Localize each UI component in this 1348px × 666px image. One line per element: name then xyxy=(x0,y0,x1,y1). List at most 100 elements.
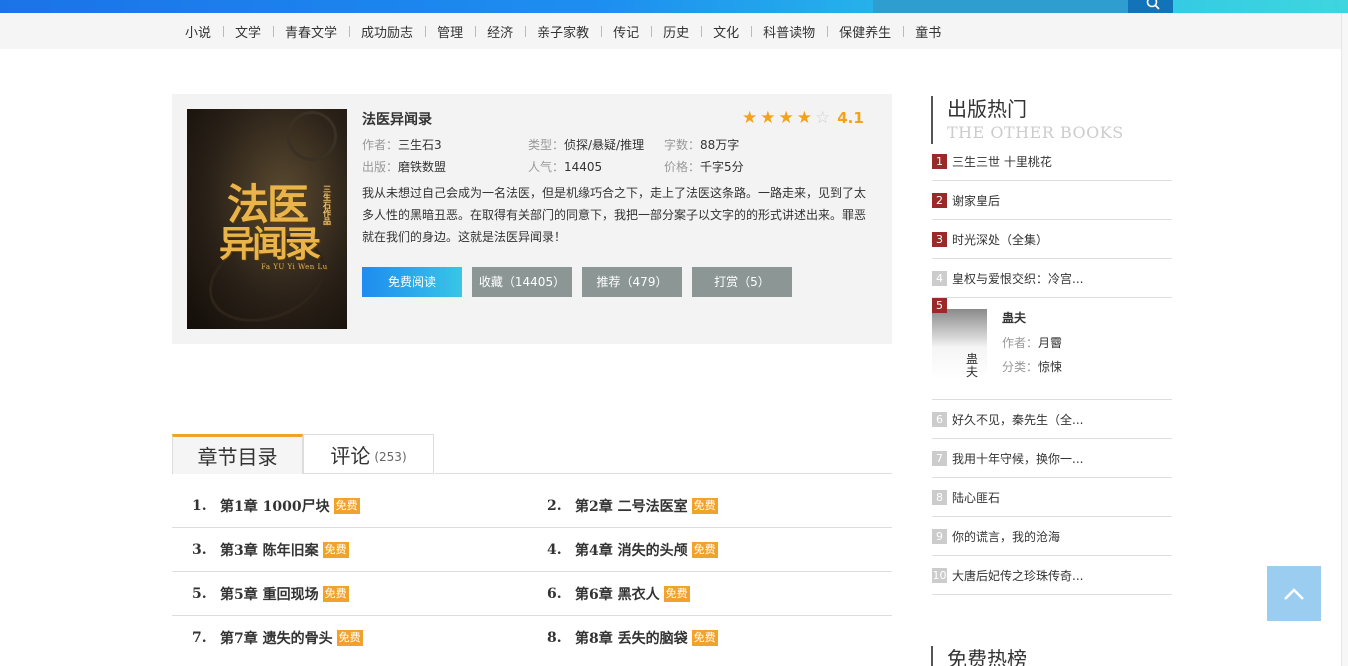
rank-number: 7 xyxy=(932,450,947,466)
rank-category-value: 惊悚 xyxy=(1038,360,1063,374)
rank-item[interactable]: 10 大唐后妃传之珍珠传奇... xyxy=(932,556,1172,595)
rank-item-featured[interactable]: 蛊夫 5 蛊夫 作者：月霫 分类：惊悚 xyxy=(932,298,1172,400)
rank-title[interactable]: 大唐后妃传之珍珠传奇... xyxy=(952,567,1083,584)
meta-price-value: 千字5分 xyxy=(700,160,744,174)
chapter-item[interactable]: 8. 第8章 丢失的脑袋 免费 xyxy=(547,628,718,648)
category-nav: 小说 文学 青春文学 成功励志 管理 经济 亲子家教 传记 历史 文化 科普读物… xyxy=(0,13,1348,49)
chapter-title[interactable]: 第8章 丢失的脑袋 xyxy=(575,628,688,648)
star-empty-icon: ☆ xyxy=(815,107,831,128)
meta-author-value[interactable]: 三生石3 xyxy=(398,138,442,152)
chapter-row: 1. 第1章 1000尸块 免费 2. 第2章 二号法医室 免费 xyxy=(172,484,892,528)
chapter-title[interactable]: 第7章 遗失的骨头 xyxy=(220,628,333,648)
meta-popularity: 人气：14405 xyxy=(528,158,602,175)
rank-item[interactable]: 7 我用十年守候，换你一... xyxy=(932,439,1172,478)
back-to-top-button[interactable] xyxy=(1267,566,1321,621)
sidebar-title-en: THE OTHER BOOKS xyxy=(947,123,1124,142)
nav-item-history[interactable]: 历史 xyxy=(651,22,701,41)
star-icon: ★ xyxy=(742,107,758,128)
rank-item[interactable]: 6 好久不见，秦先生（全... xyxy=(932,400,1172,439)
chapter-title[interactable]: 第5章 重回现场 xyxy=(220,584,319,604)
rank-number: 3 xyxy=(932,231,947,247)
hot-rank-list: 1 三生三世 十里桃花 2 谢家皇后 3 时光深处（全集） 4 皇权与爱恨交织：… xyxy=(932,142,1172,595)
chapter-item[interactable]: 1. 第1章 1000尸块 免费 xyxy=(192,496,360,516)
nav-item-novel[interactable]: 小说 xyxy=(173,22,223,41)
tab-catalog-label: 章节目录 xyxy=(197,445,278,469)
meta-type-value: 侦探/悬疑/推理 xyxy=(564,138,645,152)
nav-item-children[interactable]: 童书 xyxy=(903,22,953,41)
tab-catalog[interactable]: 章节目录 xyxy=(172,434,303,474)
meta-popularity-value: 14405 xyxy=(564,160,603,174)
rank-title[interactable]: 谢家皇后 xyxy=(952,192,1000,209)
cover-title-line2: 异闻录 xyxy=(219,223,321,265)
book-title[interactable]: 法医异闻录 xyxy=(362,109,432,129)
thumbnail-title: 蛊夫 xyxy=(966,352,979,379)
book-info-panel: 法医 异闻录 三生石作品 Fa YU Yi Wen Lu 法医异闻录 ★ ★ ★… xyxy=(172,94,892,344)
rank-title[interactable]: 好久不见，秦先生（全... xyxy=(952,411,1083,428)
chapter-row: 5. 第5章 重回现场 免费 6. 第6章 黑衣人 免费 xyxy=(172,572,892,616)
rank-item[interactable]: 1 三生三世 十里桃花 xyxy=(932,142,1172,181)
nav-item-management[interactable]: 管理 xyxy=(425,22,475,41)
rank-item[interactable]: 3 时光深处（全集） xyxy=(932,220,1172,259)
rank-number: 6 xyxy=(932,411,947,427)
star-icon: ★ xyxy=(778,107,794,128)
meta-price: 价格：千字5分 xyxy=(664,158,744,175)
nav-item-science[interactable]: 科普读物 xyxy=(751,22,827,41)
book-cover[interactable]: 法医 异闻录 三生石作品 Fa YU Yi Wen Lu xyxy=(187,109,347,329)
chapter-title[interactable]: 第3章 陈年旧案 xyxy=(220,540,319,560)
rank-title[interactable]: 你的谎言，我的沧海 xyxy=(952,528,1060,545)
rank-item[interactable]: 4 皇权与爱恨交织：冷宫... xyxy=(932,259,1172,298)
nav-item-literature[interactable]: 文学 xyxy=(223,22,273,41)
meta-publisher-label: 出版： xyxy=(362,160,399,174)
chapter-item[interactable]: 3. 第3章 陈年旧案 免费 xyxy=(192,540,349,560)
rank-item[interactable]: 2 谢家皇后 xyxy=(932,181,1172,220)
cover-side-text: 三生石作品 xyxy=(323,184,331,226)
nav-item-biography[interactable]: 传记 xyxy=(601,22,651,41)
rank-title[interactable]: 我用十年守候，换你一... xyxy=(952,450,1083,467)
rank-author-label: 作者： xyxy=(1002,336,1039,350)
chapter-item[interactable]: 5. 第5章 重回现场 免费 xyxy=(192,584,349,604)
tip-button[interactable]: 打赏（5） xyxy=(692,267,792,297)
nav-item-parenting[interactable]: 亲子家教 xyxy=(525,22,601,41)
meta-type-label: 类型： xyxy=(528,138,565,152)
chapter-item[interactable]: 4. 第4章 消失的头颅 免费 xyxy=(547,540,718,560)
rank-title[interactable]: 三生三世 十里桃花 xyxy=(952,153,1052,170)
rank-title[interactable]: 时光深处（全集） xyxy=(952,231,1048,248)
meta-price-label: 价格： xyxy=(664,160,701,174)
rank-title[interactable]: 陆心匪石 xyxy=(952,489,1000,506)
rank-item[interactable]: 8 陆心匪石 xyxy=(932,478,1172,517)
chapter-item[interactable]: 6. 第6章 黑衣人 免费 xyxy=(547,584,690,604)
rank-book-info: 蛊夫 作者：月霫 分类：惊悚 xyxy=(1002,309,1062,382)
tab-comments[interactable]: 评论 (253) xyxy=(303,434,434,474)
rank-item[interactable]: 9 你的谎言，我的沧海 xyxy=(932,517,1172,556)
nav-item-culture[interactable]: 文化 xyxy=(701,22,751,41)
free-read-button[interactable]: 免费阅读 xyxy=(362,267,462,297)
chapter-title[interactable]: 第2章 二号法医室 xyxy=(575,496,688,516)
chapter-title[interactable]: 第6章 黑衣人 xyxy=(575,584,660,604)
chapter-item[interactable]: 2. 第2章 二号法医室 免费 xyxy=(547,496,718,516)
free-badge: 免费 xyxy=(691,542,718,558)
chapter-row: 7. 第7章 遗失的骨头 免费 8. 第8章 丢失的脑袋 免费 xyxy=(172,616,892,660)
meta-words: 字数：88万字 xyxy=(664,136,739,153)
collect-button[interactable]: 收藏（14405） xyxy=(472,267,572,297)
nav-item-health[interactable]: 保健养生 xyxy=(827,22,903,41)
rank-title[interactable]: 蛊夫 xyxy=(1002,309,1062,326)
nav-item-success[interactable]: 成功励志 xyxy=(349,22,425,41)
chapter-number: 5. xyxy=(192,586,207,602)
cover-decoration xyxy=(287,111,337,161)
chapter-title[interactable]: 第4章 消失的头颅 xyxy=(575,540,688,560)
free-badge: 免费 xyxy=(333,498,360,514)
scrollbar[interactable] xyxy=(1341,13,1348,666)
meta-words-value: 88万字 xyxy=(700,138,740,152)
sidebar-title-free: 免费热榜 xyxy=(931,646,1027,666)
recommend-button[interactable]: 推荐（479） xyxy=(582,267,682,297)
meta-publisher: 出版：磨铁数盟 xyxy=(362,158,446,175)
nav-item-economics[interactable]: 经济 xyxy=(475,22,525,41)
comments-count: (253) xyxy=(374,450,407,464)
nav-item-youth-literature[interactable]: 青春文学 xyxy=(273,22,349,41)
chapter-title[interactable]: 第1章 1000尸块 xyxy=(220,496,330,516)
search-button[interactable] xyxy=(1128,0,1173,13)
rank-title[interactable]: 皇权与爱恨交织：冷宫... xyxy=(952,270,1083,287)
rank-category: 分类：惊悚 xyxy=(1002,358,1062,375)
chapter-item[interactable]: 7. 第7章 遗失的骨头 免费 xyxy=(192,628,363,648)
rank-book-thumbnail[interactable]: 蛊夫 xyxy=(932,309,987,379)
